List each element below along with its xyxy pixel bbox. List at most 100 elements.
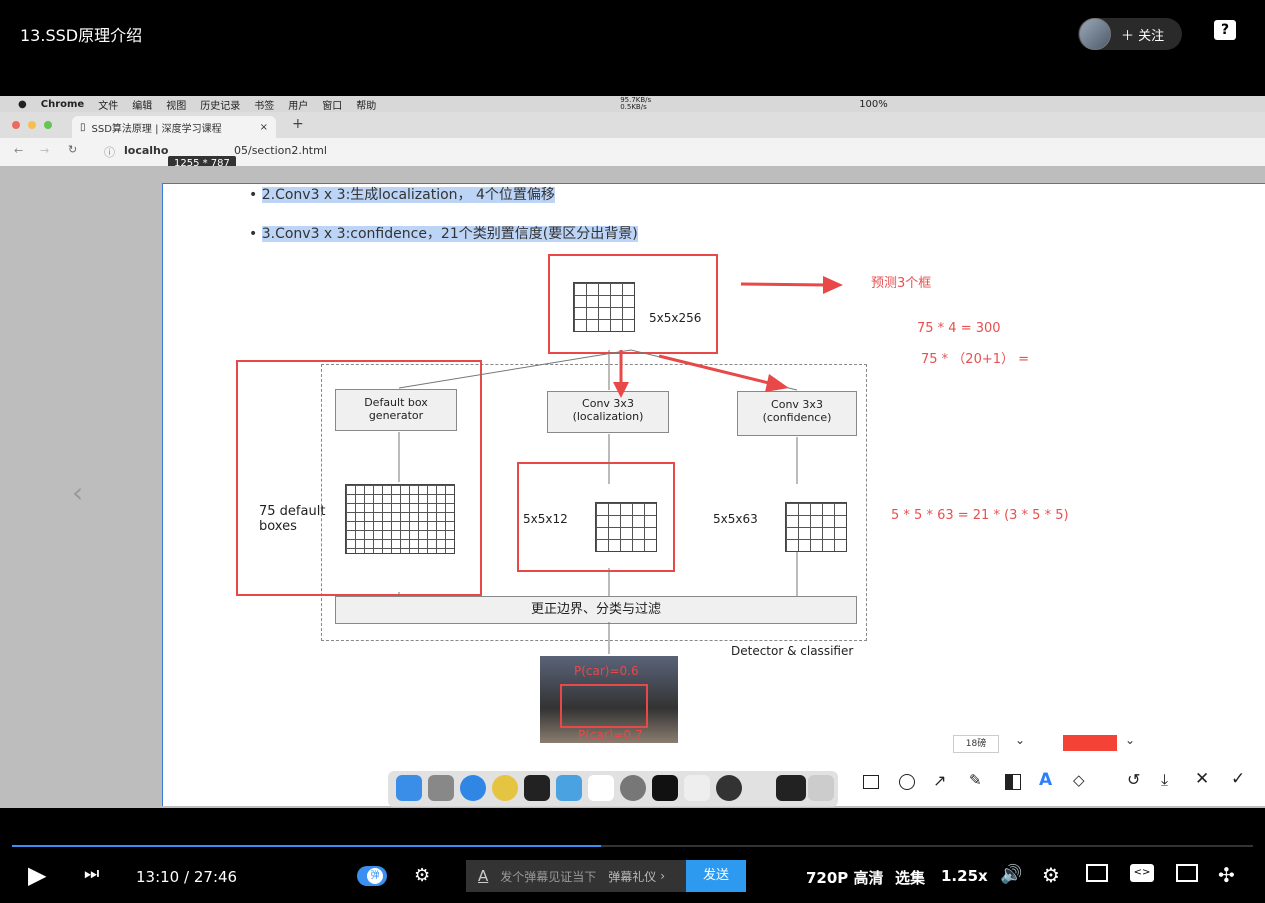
question-icon[interactable]: ?	[1214, 20, 1236, 40]
note-predict: 预测3个框	[871, 276, 932, 291]
menubar-file: 文件	[98, 100, 119, 112]
rectangle-tool-icon[interactable]	[863, 775, 879, 789]
red-arrowhead-loc	[613, 382, 629, 398]
obs-icon[interactable]	[716, 775, 742, 801]
ellipse-tool-icon[interactable]	[899, 774, 915, 790]
confirm-icon[interactable]: ✓	[1231, 769, 1245, 789]
red-arrow-conf	[658, 354, 774, 386]
close-tab-icon[interactable]: ×	[260, 122, 268, 133]
new-tab-icon[interactable]: +	[292, 116, 304, 132]
menubar-bookmarks: 书签	[254, 100, 275, 112]
url-host[interactable]: localho	[124, 144, 168, 157]
danmaku-settings-icon[interactable]: ⚙	[414, 865, 430, 886]
progress-fill	[12, 845, 602, 847]
red-arrowhead-conf	[765, 374, 789, 392]
menubar-view: 视图	[166, 100, 187, 112]
time-display: 13:10 / 27:46	[136, 868, 237, 886]
settings-icon[interactable]	[620, 775, 646, 801]
keynote-icon[interactable]	[556, 775, 582, 801]
chevron-down-icon[interactable]: ⌄	[1015, 733, 1025, 747]
menubar-help: 帮助	[356, 100, 377, 112]
danmaku-input[interactable]: A 发个弹幕见证当下 弹幕礼仪 ›	[466, 860, 686, 892]
picture-in-picture-icon[interactable]	[1086, 864, 1108, 882]
menubar-edit: 编辑	[132, 100, 153, 112]
terminal-icon[interactable]	[652, 775, 678, 801]
browser-tab[interactable]: ▯ SSD算法原理 | 深度学习课程 ×	[72, 116, 276, 138]
widescreen-icon[interactable]: <>	[1130, 864, 1154, 882]
photos-icon[interactable]	[588, 775, 614, 801]
diagram-arrows	[398, 276, 843, 654]
forward-icon[interactable]: →	[40, 144, 49, 157]
speed-button[interactable]: 1.25x	[941, 867, 988, 885]
video-title: 13.SSD原理介绍	[20, 26, 143, 45]
apple-icon: ●	[18, 98, 27, 110]
pycharm-icon[interactable]	[524, 775, 550, 801]
follow-text: 关注	[1138, 28, 1165, 44]
note-calc-2: 75 * （20+1） =	[921, 352, 1030, 367]
preview-icon[interactable]	[808, 775, 834, 801]
danmaku-placeholder: 发个弹幕见证当下	[500, 869, 597, 884]
settings-gear-icon[interactable]: ⚙	[1042, 863, 1060, 887]
time-separator: /	[184, 868, 190, 886]
next-episode-icon[interactable]: ⏭	[84, 864, 99, 884]
back-icon[interactable]: ←	[14, 144, 23, 157]
episodes-button[interactable]: 选集	[895, 867, 925, 888]
fullscreen-icon[interactable]: ✣	[1218, 863, 1235, 887]
text-tool-icon[interactable]: A	[1039, 770, 1052, 790]
launchpad-icon[interactable]	[428, 775, 454, 801]
mac-menubar: ● Chrome 文件 编辑 视图 历史记录 书签 用户 窗口 帮助 95.7K…	[0, 96, 1265, 112]
annotation-font-select[interactable]: 18磅 ⌄ ⌄	[935, 728, 1157, 758]
note-calc-3: 5 * 5 * 63 = 21 * (3 * 5 * 5)	[891, 508, 1069, 523]
mac-dock	[388, 771, 838, 807]
chevron-right-icon: ›	[660, 869, 666, 883]
finder-icon[interactable]	[396, 775, 422, 801]
mosaic-tool-icon[interactable]	[1005, 774, 1021, 790]
undo-icon[interactable]: ↺	[1127, 770, 1140, 789]
close-window-icon[interactable]	[12, 121, 20, 129]
minimize-window-icon[interactable]	[28, 121, 36, 129]
danmaku-toggle[interactable]: 弹	[357, 866, 387, 886]
current-time: 13:10	[136, 868, 180, 886]
play-icon[interactable]: ▶	[28, 861, 46, 889]
reload-icon[interactable]: ↻	[68, 143, 77, 156]
danmaku-toggle-label: 弹	[367, 868, 383, 884]
prev-slide-icon[interactable]: ‹	[72, 476, 83, 509]
url-path[interactable]: 05/section2.html	[234, 144, 327, 157]
book-icon: ▯	[80, 121, 86, 133]
web-fullscreen-icon[interactable]	[1176, 864, 1198, 882]
color-swatch[interactable]	[1063, 735, 1117, 751]
danmaku-etiquette-link[interactable]: 弹幕礼仪	[608, 868, 656, 885]
color-chevron-down-icon[interactable]: ⌄	[1125, 733, 1135, 747]
font-size-value[interactable]: 18磅	[953, 735, 999, 753]
quality-selector[interactable]: 720P 高清	[806, 867, 884, 888]
arrow-to-default-box	[398, 349, 632, 389]
annotation-toolbar: ↗ ✎ A ◇ ↺ ⤓ ✕ ✓	[843, 765, 1265, 801]
tab-title: SSD算法原理 | 深度学习课程	[91, 123, 222, 135]
video-frame[interactable]: ● Chrome 文件 编辑 视图 历史记录 书签 用户 窗口 帮助 95.7K…	[0, 96, 1265, 808]
chrome-icon[interactable]	[492, 775, 518, 801]
red-arrow-predict	[740, 282, 829, 287]
window-thumbnail-icon[interactable]	[776, 775, 806, 801]
arrow-tool-icon[interactable]: ↗	[933, 771, 946, 790]
note-calc-1: 75 * 4 = 300	[917, 321, 1001, 336]
battery-level: 100%	[859, 98, 888, 110]
cancel-icon[interactable]: ✕	[1195, 769, 1209, 789]
menubar-app: Chrome	[40, 98, 85, 110]
menubar-history: 历史记录	[200, 100, 241, 112]
send-button[interactable]: 发送	[686, 860, 746, 892]
menubar-users: 用户	[288, 100, 309, 112]
text-style-icon[interactable]: A	[478, 867, 488, 885]
maximize-window-icon[interactable]	[44, 121, 52, 129]
menubar-window: 窗口	[322, 100, 343, 112]
follow-button[interactable]: ＋ 关注	[1078, 18, 1182, 50]
avatar[interactable]	[1079, 18, 1111, 50]
info-icon: ⓘ	[104, 146, 115, 159]
browser-tabbar: ▯ SSD算法原理 | 深度学习课程 × +	[0, 112, 1265, 138]
follow-label: ＋ 关注	[1121, 28, 1165, 44]
download-icon[interactable]: ⤓	[1161, 770, 1168, 790]
volume-icon[interactable]: 🔊	[1000, 864, 1022, 885]
pen-tool-icon[interactable]: ✎	[969, 771, 982, 789]
tag-tool-icon[interactable]: ◇	[1073, 771, 1085, 789]
typora-icon[interactable]	[684, 775, 710, 801]
safari-icon[interactable]	[460, 775, 486, 801]
